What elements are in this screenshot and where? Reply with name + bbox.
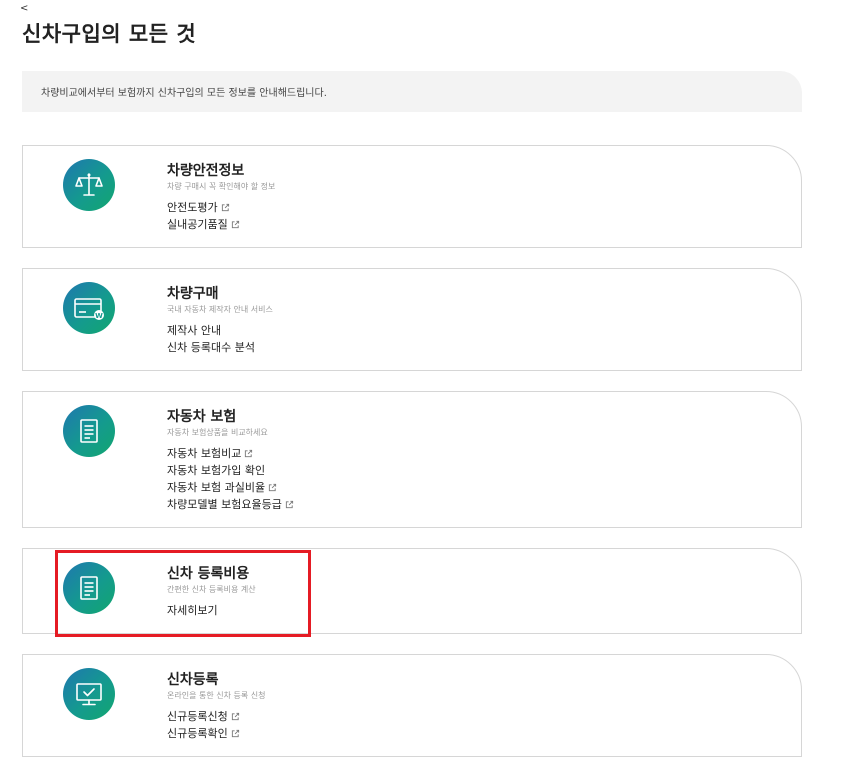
card-vehicle-purchase: W 차량구매 국내 자동차 제작자 안내 서비스 제작사 안내 신차 등록대수 … [22, 268, 802, 371]
intro-banner: 차량비교에서부터 보험까지 신차구입의 모든 정보를 안내해드립니다. [22, 71, 802, 112]
card-title: 자동차 보험 [167, 409, 237, 425]
link-manufacturer-guide[interactable]: 제작사 안내 [167, 322, 273, 339]
link-model-rate-grade[interactable]: 차량모델별 보험요율등급 [167, 496, 294, 513]
monitor-check-icon [63, 668, 115, 720]
link-indoor-air-quality[interactable]: 실내공기품질 [167, 216, 275, 233]
link-insurance-check[interactable]: 자동차 보험가입 확인 [167, 462, 294, 479]
svg-text:W: W [95, 312, 103, 320]
link-safety-rating[interactable]: 안전도평가 [167, 199, 275, 216]
link-new-registration-check[interactable]: 신규등록확인 [167, 725, 266, 742]
back-button[interactable]: < [20, 4, 28, 14]
card-subtitle: 국내 자동차 제작자 안내 서비스 [167, 305, 273, 314]
scales-icon [63, 159, 115, 211]
card-title: 차량안전정보 [167, 163, 245, 179]
intro-text: 차량비교에서부터 보험까지 신차구입의 모든 정보를 안내해드립니다. [41, 88, 327, 99]
external-link-icon [245, 449, 253, 458]
link-fault-ratio[interactable]: 자동차 보험 과실비율 [167, 479, 294, 496]
link-label: 실내공기품질 [167, 218, 228, 231]
link-label: 제작사 안내 [167, 324, 222, 337]
external-link-icon [231, 712, 239, 721]
link-label: 자동차 보험가입 확인 [167, 464, 266, 477]
page: < 신차구입의 모든 것 차량비교에서부터 보험까지 신차구입의 모든 정보를 … [0, 0, 846, 773]
external-link-icon [231, 729, 239, 738]
link-registration-stats[interactable]: 신차 등록대수 분석 [167, 339, 273, 356]
external-link-icon [231, 220, 239, 229]
link-label: 안전도평가 [167, 201, 218, 214]
link-label: 차량모델별 보험요율등급 [167, 498, 282, 511]
card-vehicle-safety: 차량안전정보 차량 구매시 꼭 확인해야 할 정보 안전도평가 실내공기품질 [22, 145, 802, 248]
link-new-registration-apply[interactable]: 신규등록신청 [167, 708, 266, 725]
page-title: 신차구입의 모든 것 [22, 22, 197, 46]
link-label: 자동차 보험 과실비율 [167, 481, 266, 494]
link-insurance-compare[interactable]: 자동차 보험비교 [167, 445, 294, 462]
link-label: 신차 등록대수 분석 [167, 341, 255, 354]
external-link-icon [268, 483, 277, 492]
card-subtitle: 차량 구매시 꼭 확인해야 할 정보 [167, 182, 276, 191]
highlight-box [55, 550, 311, 637]
document-icon [63, 405, 115, 457]
link-label: 신규등록신청 [167, 710, 228, 723]
card-new-registration: 신차등록 온라인을 통한 신차 등록 신청 신규등록신청 신규등록확인 [22, 654, 802, 757]
link-label: 자동차 보험비교 [167, 447, 242, 460]
card-subtitle: 자동차 보험상품을 비교하세요 [167, 428, 268, 437]
credit-card-icon: W [63, 282, 115, 334]
external-link-icon [285, 500, 293, 509]
card-title: 신차등록 [167, 672, 219, 688]
card-title: 차량구매 [167, 286, 219, 302]
card-subtitle: 온라인을 통한 신차 등록 신청 [167, 691, 266, 700]
card-car-insurance: 자동차 보험 자동차 보험상품을 비교하세요 자동차 보험비교 자동차 보험가입… [22, 391, 802, 528]
external-link-icon [221, 203, 229, 212]
link-label: 신규등록확인 [167, 727, 228, 740]
